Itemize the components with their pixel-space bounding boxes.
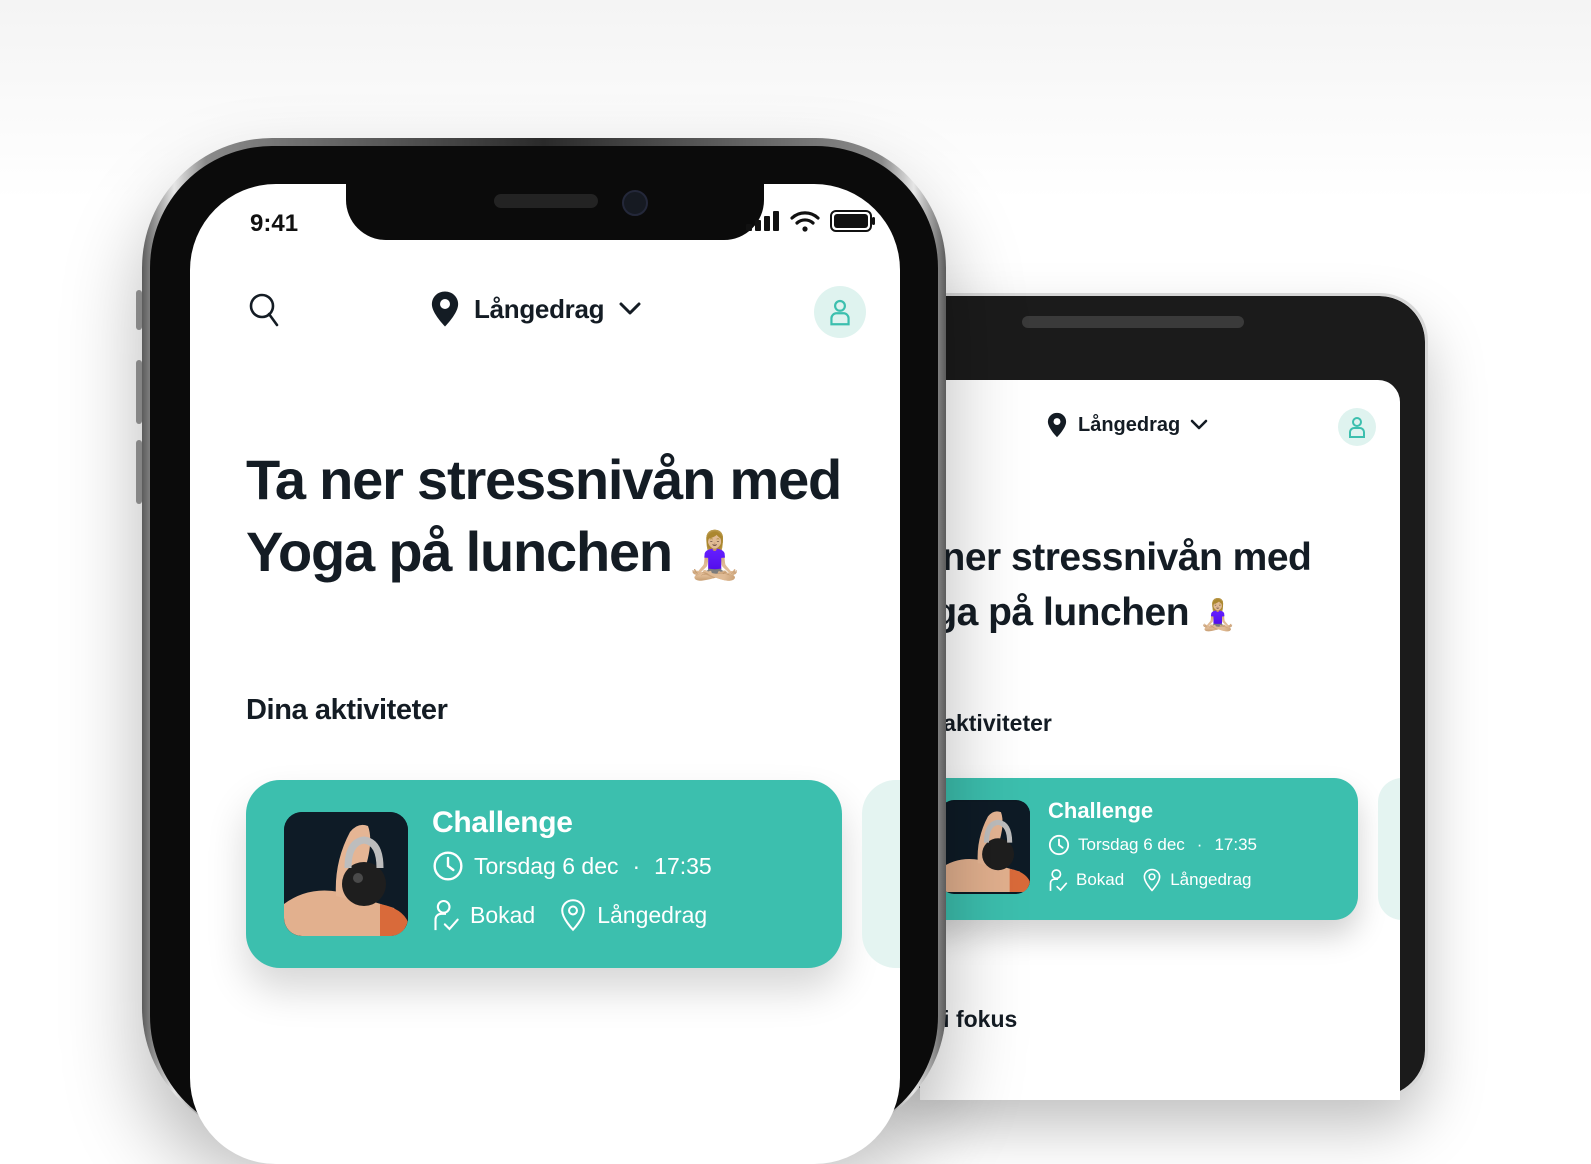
- hero-line-1: a ner stressnivån med: [920, 536, 1312, 579]
- separator: ·: [632, 852, 641, 879]
- activity-place: Långedrag: [597, 901, 708, 928]
- location-pin-icon: [431, 291, 459, 327]
- next-activity-card[interactable]: [862, 780, 900, 968]
- clock-icon: [433, 851, 463, 881]
- battery-icon: [830, 210, 875, 232]
- android-phone: Långedrag a ner stressnivån med oga på l…: [897, 293, 1428, 1100]
- chevron-down-icon: [1190, 419, 1208, 430]
- activity-status: Bokad: [470, 901, 536, 928]
- location-label: Långedrag: [474, 293, 605, 324]
- android-speaker: [1022, 316, 1244, 328]
- yoga-emoji: 🧘🏼‍♀️: [1199, 599, 1237, 632]
- iphone-device: 9:41 Långedrag Ta ner stressnivån med Yo…: [142, 138, 946, 1164]
- activity-datetime: Torsdag 6 dec · 17:35: [432, 850, 712, 882]
- location-pin-icon: [1047, 412, 1067, 438]
- activity-card[interactable]: Challenge Torsdag 6 dec · 17:35 Bokad Lå…: [920, 778, 1358, 920]
- profile-icon: [830, 299, 850, 326]
- kettlebell-image: [284, 812, 408, 936]
- activity-thumbnail: [284, 812, 408, 936]
- location-selector[interactable]: Långedrag: [430, 290, 642, 328]
- activity-place: Långedrag: [1170, 870, 1252, 889]
- booked-icon: [1049, 869, 1068, 892]
- kettlebell-image: [940, 802, 1030, 892]
- yoga-emoji: 🧘🏼‍♀️: [686, 529, 744, 581]
- profile-button[interactable]: [814, 286, 866, 338]
- activity-time: 17:35: [654, 852, 712, 879]
- signal-icon: [746, 211, 779, 231]
- profile-button[interactable]: [1338, 408, 1376, 446]
- location-selector[interactable]: Långedrag: [1046, 412, 1208, 438]
- separator: ·: [1196, 835, 1203, 854]
- activity-title: Challenge: [432, 806, 573, 839]
- wifi-icon: [790, 211, 820, 232]
- activity-day: Torsdag 6 dec: [1078, 835, 1185, 854]
- activity-meta: Bokad Långedrag: [432, 898, 707, 932]
- status-time: 9:41: [250, 210, 299, 237]
- iphone-screen: 9:41 Långedrag Ta ner stressnivån med Yo…: [190, 184, 900, 1164]
- location-label: Långedrag: [1078, 413, 1181, 436]
- front-camera: [622, 190, 648, 216]
- hero-line-2: Yoga på lunchen: [246, 520, 673, 583]
- hero-line-1: Ta ner stressnivån med: [246, 448, 842, 511]
- booked-icon: [434, 899, 459, 931]
- clock-icon: [1048, 834, 1070, 856]
- chevron-down-icon: [619, 302, 641, 315]
- activity-thumbnail: [940, 800, 1030, 894]
- activity-time: 17:35: [1214, 835, 1258, 854]
- android-screen: Långedrag a ner stressnivån med oga på l…: [920, 380, 1400, 1100]
- activity-day: Torsdag 6 dec: [474, 852, 619, 879]
- activity-status: Bokad: [1076, 870, 1125, 889]
- earpiece: [494, 194, 598, 208]
- map-pin-icon: [561, 899, 586, 932]
- status-icons: [746, 210, 876, 232]
- next-activity-card[interactable]: [1378, 778, 1400, 920]
- notch: [346, 184, 764, 240]
- section-title-activities: Dina aktiviteter: [246, 694, 448, 726]
- hero-headline: Ta ner stressnivån med Yoga på lunchen 🧘…: [246, 444, 866, 591]
- hero-headline: a ner stressnivån med oga på lunchen 🧘🏼‍…: [920, 530, 1380, 643]
- activity-title: Challenge: [1048, 798, 1154, 823]
- map-pin-icon: [1143, 868, 1161, 892]
- activity-card[interactable]: Challenge Torsdag 6 dec · 17:35 Bokad Lå…: [246, 780, 842, 968]
- profile-icon: [1349, 417, 1365, 438]
- activity-datetime: Torsdag 6 dec · 17:35: [1048, 834, 1257, 856]
- search-icon[interactable]: [248, 292, 280, 328]
- activity-meta: Bokad Långedrag: [1048, 868, 1252, 892]
- hero-line-2: oga på lunchen: [920, 591, 1190, 634]
